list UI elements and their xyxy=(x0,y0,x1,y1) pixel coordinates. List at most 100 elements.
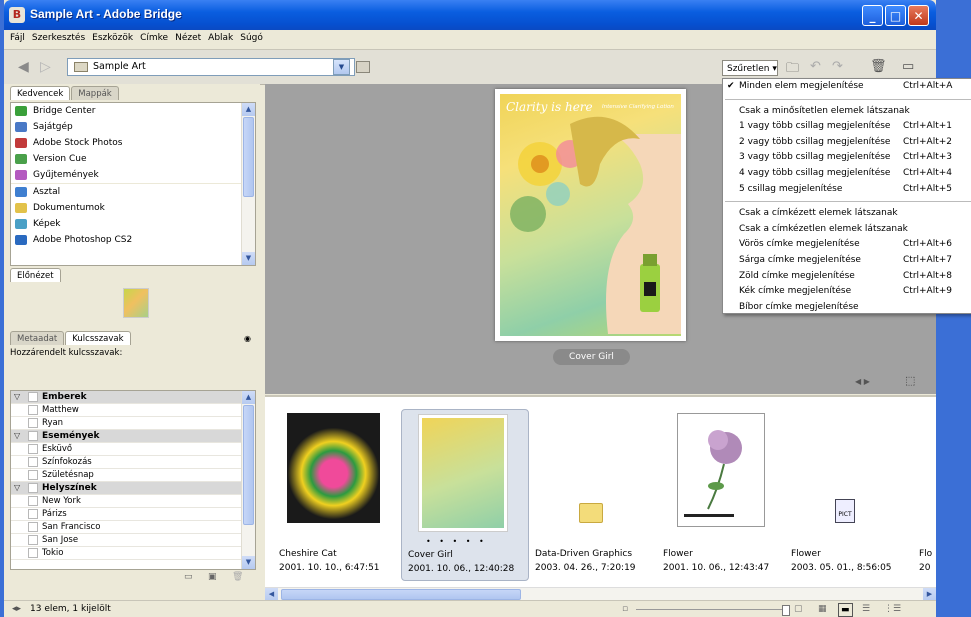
new-keyword-set-icon[interactable]: ▭ xyxy=(184,572,193,582)
new-keyword-icon[interactable]: ▣ xyxy=(208,572,217,582)
keyword-item[interactable]: Ryan xyxy=(11,417,255,430)
large-preview-image[interactable]: Clarity is here Intensive Clarifying Lot… xyxy=(495,89,686,341)
filter-menu-item[interactable]: 4 vagy több csillag megjelenítése Ctrl+Al… xyxy=(723,166,971,182)
favorite-item[interactable]: Dokumentumok xyxy=(11,200,255,216)
keyword-checkbox[interactable] xyxy=(28,522,38,532)
keyword-checkbox[interactable] xyxy=(28,470,38,480)
keyword-item[interactable]: Színfokozás xyxy=(11,456,255,469)
keyword-checkbox[interactable] xyxy=(28,431,38,441)
filter-menu-item[interactable]: Csak a címkézett elemek látszanak xyxy=(723,206,971,222)
thumbnail-item-selected[interactable]: • • • • • Cover Girl 2001. 10. 06., 12:4… xyxy=(401,409,529,581)
keyword-item[interactable]: New York xyxy=(11,495,255,508)
filter-menu-item[interactable]: Csak a címkézetlen elemek látszanak xyxy=(723,222,971,238)
keyword-item[interactable]: Matthew xyxy=(11,404,255,417)
favorite-item[interactable]: Sajátgép xyxy=(11,119,255,135)
favorites-scrollbar[interactable]: ▲ ▼ xyxy=(241,103,255,265)
filter-menu-item[interactable]: ✔ Minden elem megjelenítése Ctrl+Alt+A xyxy=(723,79,971,95)
keyword-checkbox[interactable] xyxy=(28,548,38,558)
delete-keyword-icon[interactable]: 🗑 xyxy=(232,572,243,582)
menu-edit[interactable]: Szerkesztés xyxy=(28,30,88,43)
filmstrip-view-icon[interactable]: ▬ xyxy=(838,603,853,617)
slider-handle[interactable] xyxy=(782,605,790,616)
filter-menu-item[interactable]: Kék címke megjelenítése Ctrl+Alt+9 xyxy=(723,284,971,300)
filter-menu-item[interactable]: Sárga címke megjelenítése Ctrl+Alt+7 xyxy=(723,253,971,269)
scroll-down-icon[interactable]: ▼ xyxy=(242,556,255,569)
small-thumbnail-icon[interactable]: ▫ xyxy=(622,601,628,617)
selection-frame-icon[interactable]: ⬚ xyxy=(905,374,915,387)
keyword-checkbox[interactable] xyxy=(28,405,38,415)
thumbnail-item[interactable]: Data-Driven Graphics 2003. 04. 26., 7:20… xyxy=(529,409,655,579)
expand-triangle-icon[interactable]: ▽ xyxy=(14,482,20,494)
content-hscrollbar[interactable]: ◀ ▶ xyxy=(265,587,936,601)
menu-view[interactable]: Nézet xyxy=(171,30,204,43)
favorite-item[interactable]: Gyűjtemények xyxy=(11,167,255,183)
scroll-up-icon[interactable]: ▲ xyxy=(242,391,255,404)
filter-menu-item[interactable]: Bíbor címke megjelenítése xyxy=(723,300,971,316)
path-dropdown-arrow[interactable]: ▼ xyxy=(333,59,350,75)
filter-menu-item[interactable]: Vörös címke megjelenítése Ctrl+Alt+6 xyxy=(723,237,971,253)
tab-favorites[interactable]: Kedvencek xyxy=(10,86,71,100)
keyword-checkbox[interactable] xyxy=(28,509,38,519)
keyword-category[interactable]: ▽ Események xyxy=(11,430,255,443)
filter-menu-item[interactable]: Zöld címke megjelenítése Ctrl+Alt+8 xyxy=(723,269,971,285)
expand-triangle-icon[interactable]: ▽ xyxy=(14,430,20,442)
large-thumbnail-icon[interactable]: ▢ xyxy=(794,601,803,617)
favorite-item[interactable]: Asztal xyxy=(11,183,255,200)
favorite-item[interactable]: Adobe Photoshop CS2 xyxy=(11,232,255,248)
favorite-item[interactable]: Bridge Center xyxy=(11,103,255,119)
menu-tools[interactable]: Eszközök xyxy=(88,30,136,43)
forward-arrow-icon[interactable]: ▷ xyxy=(40,59,51,75)
keyword-item[interactable]: San Jose xyxy=(11,534,255,547)
scroll-thumb[interactable] xyxy=(243,117,254,197)
scroll-down-icon[interactable]: ▼ xyxy=(242,252,255,265)
filter-button[interactable]: Szűretlen ▾ xyxy=(722,60,778,76)
maximize-button[interactable]: □ xyxy=(885,5,906,26)
keyword-category[interactable]: ▽ Helyszínek xyxy=(11,482,255,495)
keyword-checkbox[interactable] xyxy=(28,457,38,467)
keyword-category[interactable]: ▽ Emberek xyxy=(11,391,255,404)
menu-window[interactable]: Ablak xyxy=(204,30,236,43)
menu-help[interactable]: Súgó xyxy=(236,30,266,43)
favorite-item[interactable]: Version Cue xyxy=(11,151,255,167)
rotate-left-icon[interactable]: ↶ xyxy=(810,59,821,74)
minimize-button[interactable]: _ xyxy=(862,5,883,26)
back-arrow-icon[interactable]: ◀ xyxy=(18,59,29,75)
keywords-scrollbar[interactable]: ▲ ▼ xyxy=(241,391,255,569)
compact-mode-icon[interactable]: ▭ xyxy=(902,59,914,74)
menu-label[interactable]: Címke xyxy=(136,30,171,43)
keyword-checkbox[interactable] xyxy=(28,392,38,402)
scroll-thumb[interactable] xyxy=(243,405,254,525)
tab-folders[interactable]: Mappák xyxy=(71,86,119,100)
keyword-item[interactable]: Párizs xyxy=(11,508,255,521)
filter-menu-item[interactable]: 5 csillag megjelenítése Ctrl+Alt+5 xyxy=(723,182,971,198)
go-up-folder-icon[interactable] xyxy=(356,61,370,73)
keyword-item[interactable]: Tokio xyxy=(11,547,255,560)
path-dropdown[interactable]: Sample Art xyxy=(67,58,355,76)
thumbnail-size-slider[interactable] xyxy=(636,609,786,610)
keyword-checkbox[interactable] xyxy=(28,496,38,506)
favorite-item[interactable]: Képek xyxy=(11,216,255,232)
thumbnails-view-icon[interactable]: ▦ xyxy=(818,601,827,617)
favorite-item[interactable]: Adobe Stock Photos xyxy=(11,135,255,151)
trash-icon[interactable]: 🗑 xyxy=(870,59,887,74)
prev-next-arrows-icon[interactable]: ◀ ▶ xyxy=(855,377,870,386)
keyword-checkbox[interactable] xyxy=(28,483,38,493)
filter-menu-item[interactable]: 1 vagy több csillag megjelenítése Ctrl+Al… xyxy=(723,119,971,135)
keyword-item[interactable]: Születésnap xyxy=(11,469,255,482)
expand-triangle-icon[interactable]: ▽ xyxy=(14,391,20,403)
keyword-checkbox[interactable] xyxy=(28,444,38,454)
close-button[interactable]: ✕ xyxy=(908,5,929,26)
filter-menu-item[interactable]: Csak a minősítetlen elemek látszanak xyxy=(723,104,971,120)
keyword-item[interactable]: Esküvő xyxy=(11,443,255,456)
scroll-thumb[interactable] xyxy=(281,589,521,600)
thumbnail-item[interactable]: PICT Flower 2003. 05. 01., 8:56:05 xyxy=(785,409,911,579)
filter-menu-item[interactable]: 2 vagy több csillag megjelenítése Ctrl+Al… xyxy=(723,135,971,151)
keyword-checkbox[interactable] xyxy=(28,535,38,545)
scroll-up-icon[interactable]: ▲ xyxy=(242,103,255,116)
thumbnail-item[interactable]: Flo 20 xyxy=(913,409,936,579)
toggle-panels-icon[interactable]: ◂▸ xyxy=(12,601,21,617)
thumbnail-item[interactable]: Flower 2001. 10. 06., 12:43:47 xyxy=(657,409,783,579)
rotate-right-icon[interactable]: ↷ xyxy=(832,59,843,74)
thumbnail-item[interactable]: Cheshire Cat 2001. 10. 10., 6:47:51 xyxy=(273,409,399,579)
keyword-checkbox[interactable] xyxy=(28,418,38,428)
